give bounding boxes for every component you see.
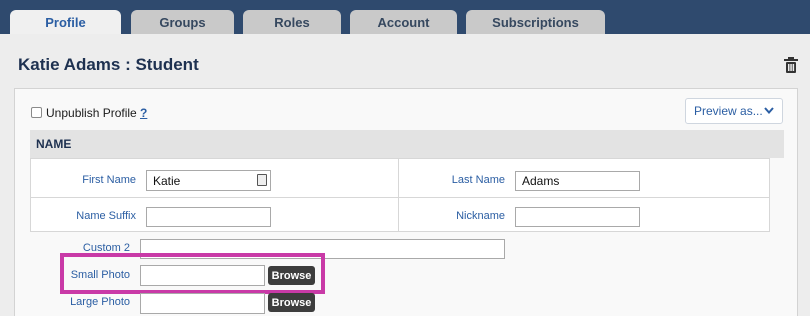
large-photo-label: Large Photo [70,296,130,308]
tab-groups[interactable]: Groups [131,10,234,34]
preview-as-label: Preview as... [694,104,763,118]
name-section-header: NAME [30,130,784,158]
large-photo-browse-button[interactable]: Browse [268,293,315,312]
unpublish-checkbox[interactable] [31,107,42,118]
last-name-value: Adams [522,174,560,188]
nickname-field[interactable] [515,207,640,227]
last-name-label: Last Name [451,174,505,186]
tab-subscriptions[interactable]: Subscriptions [466,10,605,34]
page-title: Katie Adams : Student [18,55,199,74]
name-suffix-field[interactable] [146,207,271,227]
chevron-down-icon [764,107,774,115]
contact-card-icon[interactable] [257,174,267,186]
grid-divider-horizontal [30,197,770,198]
name-section-title: NAME [36,137,72,151]
first-name-label: First Name [82,174,136,186]
nickname-label: Nickname [456,210,505,222]
last-name-field[interactable]: Adams [515,171,640,191]
unpublish-label: Unpublish Profile [46,106,137,120]
name-fields-grid [30,158,770,232]
tab-account[interactable]: Account [350,10,457,34]
preview-as-dropdown[interactable]: Preview as... [685,98,783,124]
small-photo-highlight [60,253,325,294]
help-link[interactable]: ? [140,106,147,120]
name-suffix-label: Name Suffix [76,210,136,222]
first-name-field[interactable]: Katie [146,170,271,191]
tab-profile[interactable]: Profile [10,10,121,34]
tab-roles[interactable]: Roles [243,10,341,34]
grid-divider-vertical [398,158,399,232]
first-name-value: Katie [153,173,181,188]
trash-icon[interactable] [784,57,798,73]
large-photo-field[interactable] [140,293,265,314]
